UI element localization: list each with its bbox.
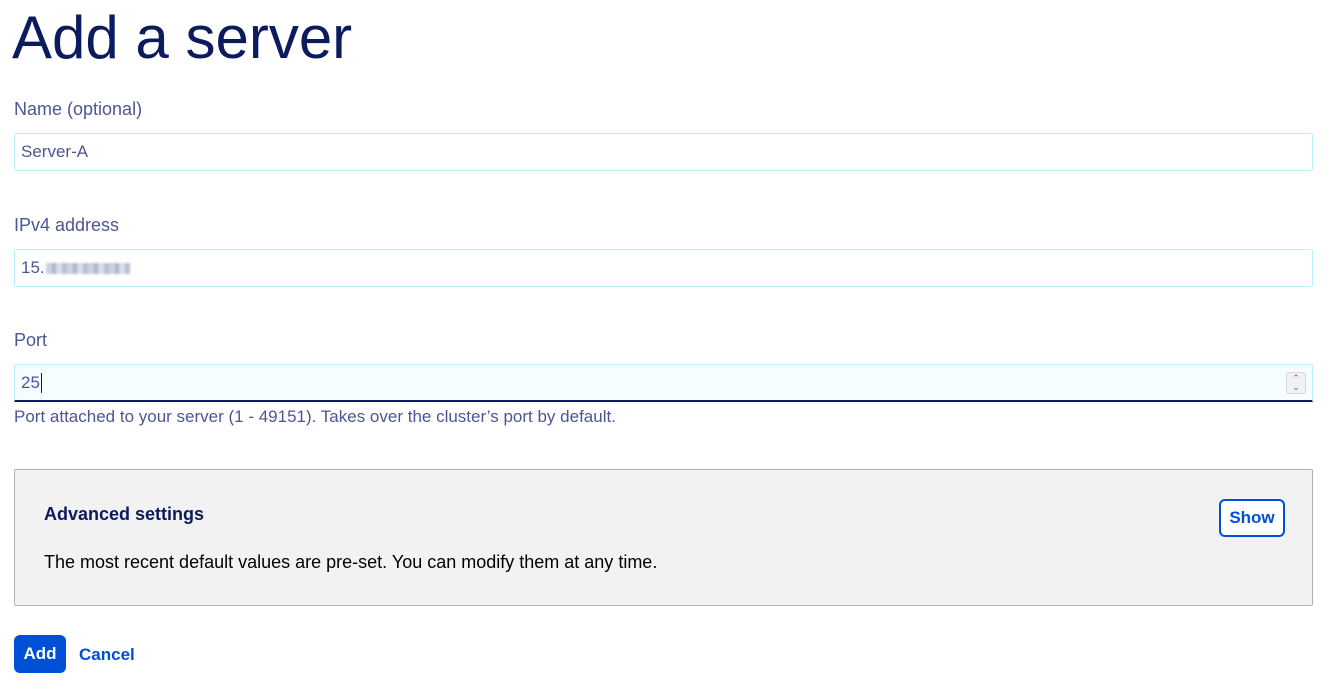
advanced-settings-panel: Advanced settings The most recent defaul…	[14, 469, 1313, 606]
add-button[interactable]: Add	[14, 635, 66, 673]
ipv4-label: IPv4 address	[14, 215, 120, 235]
ipv4-input[interactable]: 15.	[14, 249, 1313, 287]
ipv4-value-visible: 15.	[21, 258, 45, 277]
show-advanced-button[interactable]: Show	[1219, 499, 1285, 537]
advanced-settings-description: The most recent default values are pre-s…	[44, 552, 658, 572]
name-input[interactable]	[14, 133, 1313, 171]
page-title: Add a server	[12, 4, 353, 71]
port-input[interactable]: 25 ⌃ ⌄	[14, 364, 1313, 402]
advanced-settings-title: Advanced settings	[44, 504, 205, 524]
ipv4-redacted-blur	[45, 262, 130, 274]
port-helper-text: Port attached to your server (1 - 49151)…	[14, 407, 616, 426]
number-spinner-icon[interactable]: ⌃ ⌄	[1286, 372, 1306, 394]
cancel-link[interactable]: Cancel	[79, 644, 135, 666]
add-server-page: Add a server Name (optional) IPv4 addres…	[0, 0, 1327, 689]
port-value: 25	[21, 372, 42, 393]
spinner-down-icon[interactable]: ⌄	[1292, 383, 1300, 392]
port-label: Port	[14, 330, 48, 350]
name-label: Name (optional)	[14, 99, 143, 119]
